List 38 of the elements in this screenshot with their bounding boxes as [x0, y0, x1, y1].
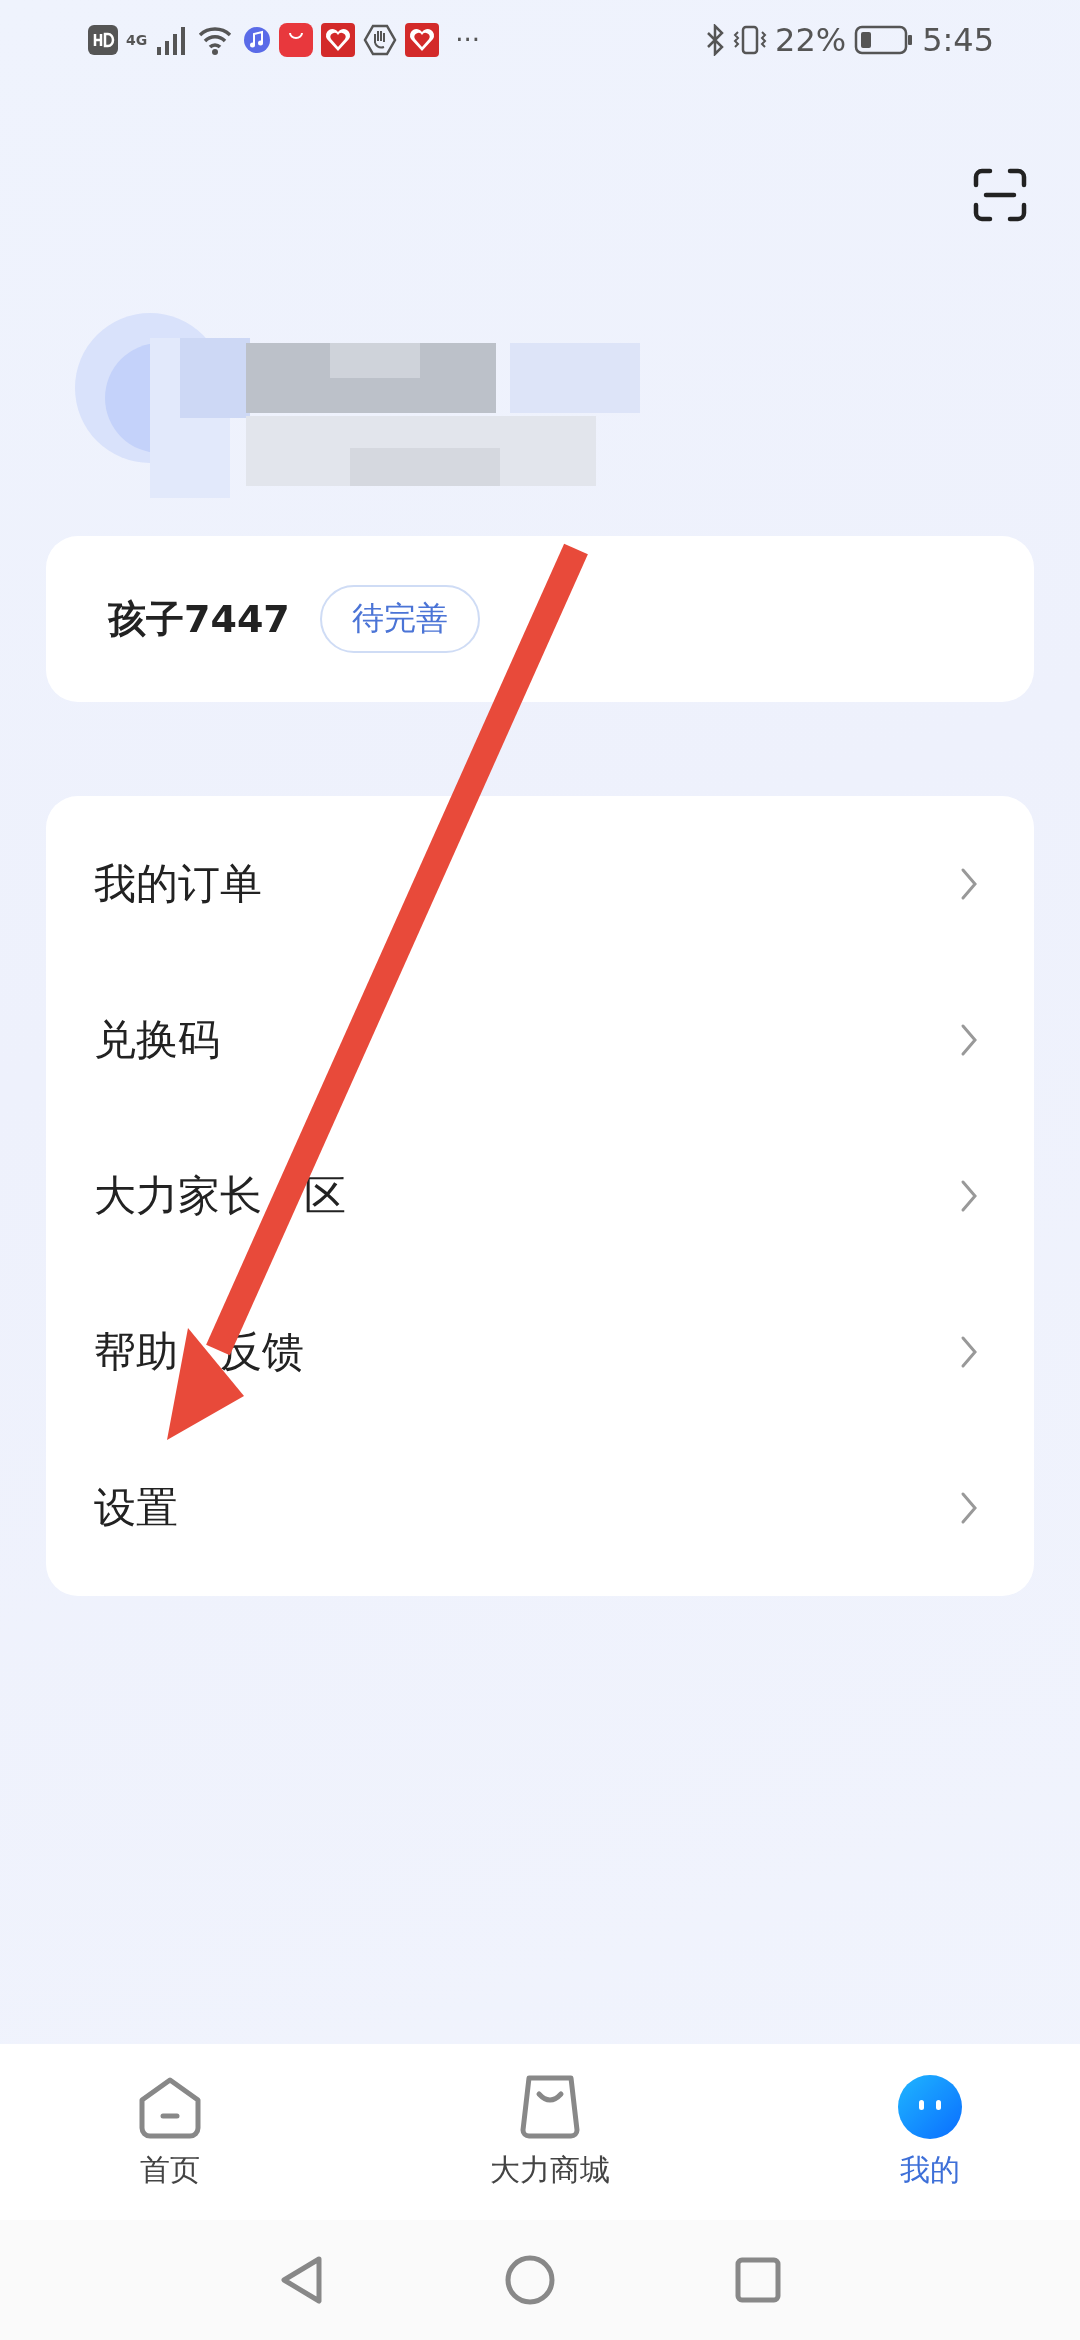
scan-icon[interactable]	[972, 167, 1028, 223]
chevron-icon	[960, 1022, 978, 1058]
menu-label: 大力家长	[94, 1170, 262, 1222]
chevron-icon	[960, 866, 978, 902]
recents-icon[interactable]	[735, 2257, 781, 2303]
chevron-icon	[960, 1490, 978, 1526]
tab[interactable]: 大力商城	[490, 2044, 610, 2220]
home-icon[interactable]	[505, 2255, 555, 2305]
chevron-icon	[960, 1334, 978, 1370]
menu-item[interactable]: 设置	[46, 1430, 1034, 1586]
hand-icon	[363, 23, 398, 57]
network-label: 4G	[126, 32, 148, 48]
store-app-icon	[279, 23, 314, 57]
complete-profile-button[interactable]: 待完善	[319, 585, 480, 653]
music-app-icon	[243, 26, 272, 54]
tab[interactable]: 我的	[870, 2044, 990, 2220]
menu-label: 设置	[94, 1482, 178, 1534]
menu-item[interactable]: 兑换码	[46, 962, 1034, 1118]
battery-icon	[854, 24, 915, 56]
menu-item[interactable]: 我的订单	[46, 806, 1034, 962]
vibrate-icon	[733, 24, 767, 56]
clock: 5:45	[922, 21, 994, 59]
menu-item[interactable]: 大力家长 区	[46, 1118, 1034, 1274]
menu-label: 区	[304, 1170, 346, 1222]
heart-app-icon	[321, 23, 356, 57]
chevron-icon	[960, 1178, 978, 1214]
heart-app-icon	[405, 23, 440, 57]
hd-icon	[88, 25, 118, 55]
menu-label: 兑换码	[94, 1014, 220, 1066]
tab[interactable]: 首页	[110, 2044, 230, 2220]
back-icon[interactable]	[279, 2255, 325, 2305]
smiley-icon	[897, 2073, 963, 2140]
battery-percent: 22%	[775, 21, 847, 59]
menu-label: 帮助	[94, 1326, 178, 1378]
bluetooth-icon	[705, 24, 725, 56]
child-name: 孩子7447	[108, 595, 290, 643]
more-notifications: ···	[455, 25, 481, 55]
menu-label: 我的订单	[94, 858, 262, 910]
